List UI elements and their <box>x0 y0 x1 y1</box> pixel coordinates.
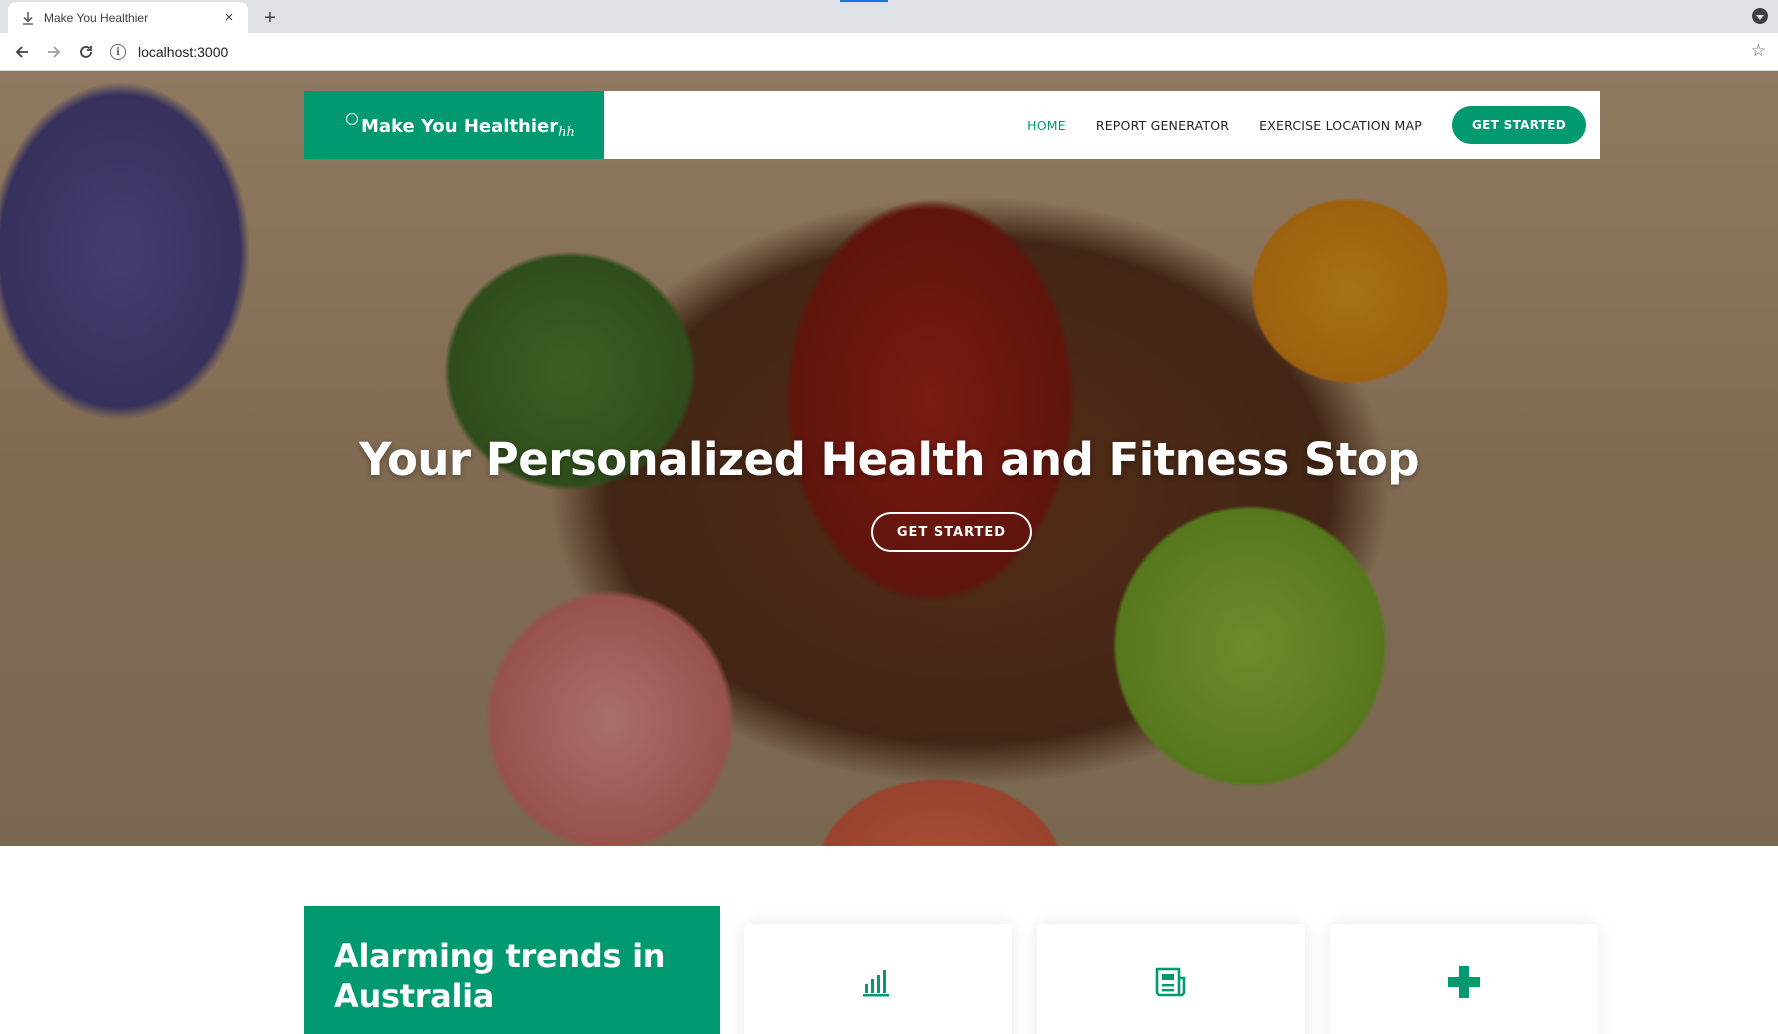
browser-tabstrip: Make You Healthier × + <box>0 0 1778 33</box>
bookmark-star-icon[interactable]: ☆ <box>1751 41 1766 61</box>
nav-exercise-location-map[interactable]: EXERCISE LOCATION MAP <box>1259 118 1422 133</box>
close-icon[interactable]: × <box>220 9 238 27</box>
plus-icon <box>1446 964 1482 1000</box>
back-arrow-icon[interactable] <box>10 40 34 64</box>
site-info-icon[interactable]: i <box>110 44 126 60</box>
main-nav: HOME REPORT GENERATOR EXERCISE LOCATION … <box>997 91 1586 159</box>
browser-tab[interactable]: Make You Healthier × <box>8 2 248 33</box>
nav-report-generator[interactable]: REPORT GENERATOR <box>1096 118 1229 133</box>
logo[interactable]: Make You Healthier ℎℎ <box>304 91 604 159</box>
tab-title: Make You Healthier <box>44 10 149 25</box>
card-health[interactable] <box>1330 924 1598 1034</box>
nav-home[interactable]: HOME <box>1027 118 1066 133</box>
browser-toolbar: i localhost:3000 ☆ <box>0 33 1778 71</box>
address-bar[interactable]: i localhost:3000 <box>110 38 1750 66</box>
trends-box: Alarming trends in Australia <box>304 906 720 1034</box>
nav-get-started-button[interactable]: GET STARTED <box>1452 106 1586 144</box>
newspaper-icon <box>1153 964 1189 1000</box>
logo-tail: ℎℎ <box>558 124 575 140</box>
download-arrow-icon <box>20 10 36 26</box>
card-statistics[interactable] <box>744 924 1012 1034</box>
loading-indicator <box>840 0 888 2</box>
hero-get-started-button[interactable]: GET STARTED <box>871 512 1032 552</box>
hero-section: Your Personalized Health and Fitness Sto… <box>0 71 1778 846</box>
tab-search-icon[interactable] <box>1752 8 1768 24</box>
url-text: localhost:3000 <box>138 44 229 60</box>
trends-title: Alarming trends in Australia <box>334 937 666 1015</box>
reload-icon[interactable] <box>74 40 98 64</box>
bar-chart-icon <box>860 964 896 1000</box>
logo-text: Make You Healthier <box>361 115 559 137</box>
site-header: Make You Healthier ℎℎ HOME REPORT GENERA… <box>304 91 1600 159</box>
forward-arrow-icon[interactable] <box>42 40 66 64</box>
logo-mark-icon <box>346 113 358 125</box>
new-tab-button[interactable]: + <box>258 6 282 30</box>
card-reports[interactable] <box>1037 924 1305 1034</box>
hero-title: Your Personalized Health and Fitness Sto… <box>359 433 1419 486</box>
